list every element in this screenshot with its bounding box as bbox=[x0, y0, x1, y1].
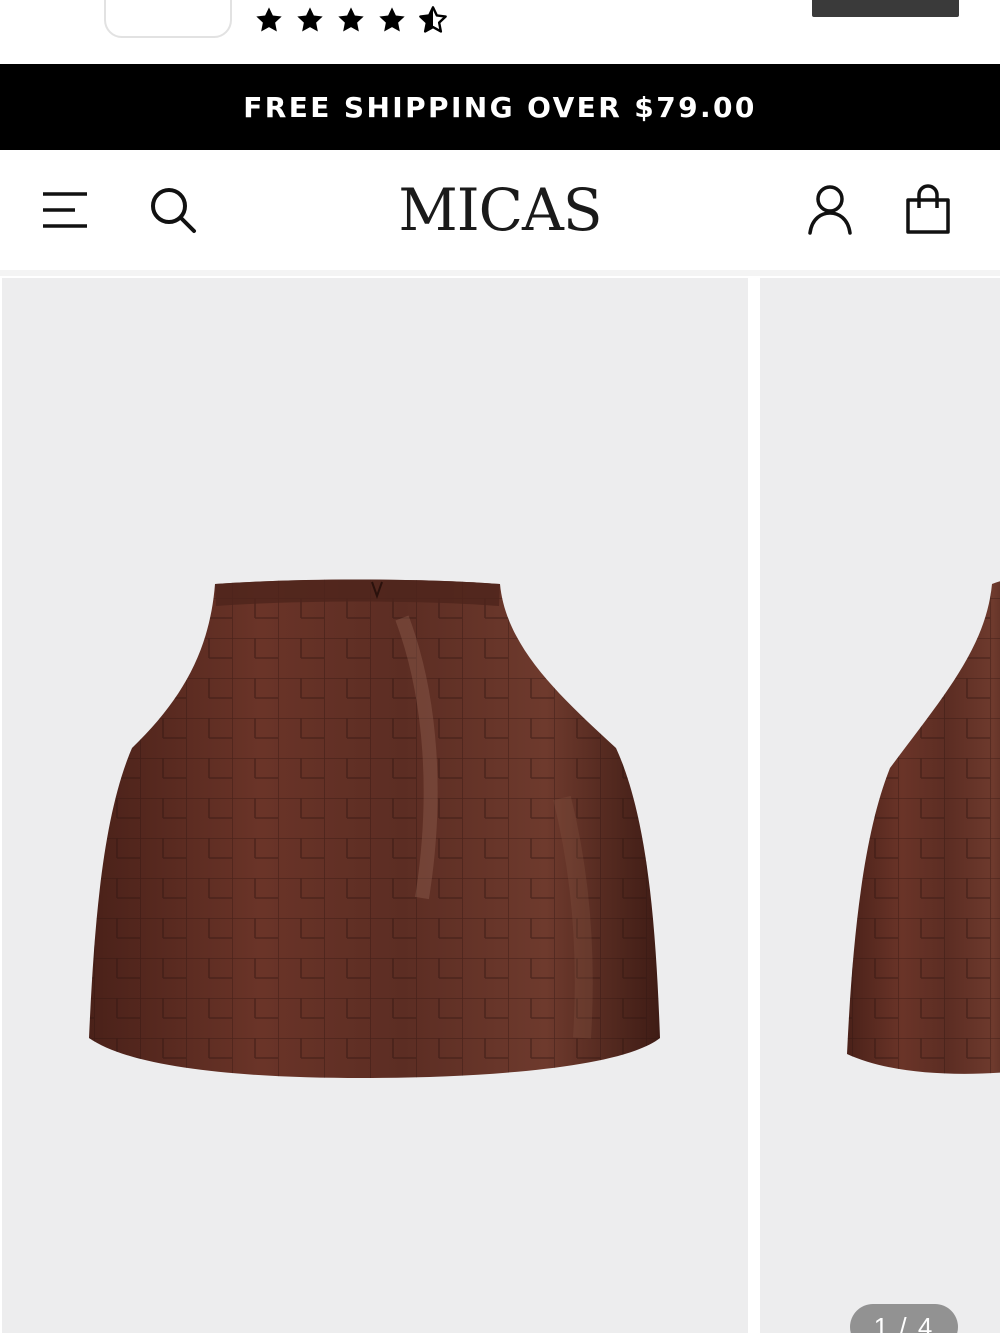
announcement-text: FREE SHIPPING OVER $79.00 bbox=[243, 90, 757, 124]
brand-logo[interactable]: MICAS bbox=[350, 170, 650, 250]
app-open-button[interactable] bbox=[812, 0, 959, 17]
menu-button[interactable] bbox=[30, 176, 100, 246]
site-header: MICAS bbox=[0, 150, 1000, 272]
gallery-slide[interactable] bbox=[760, 278, 1000, 1333]
product-image bbox=[89, 579, 660, 1078]
star-icon bbox=[375, 4, 409, 36]
search-icon bbox=[148, 185, 198, 238]
slide-counter: 1 / 4 bbox=[850, 1304, 958, 1333]
star-half-icon bbox=[416, 4, 450, 36]
user-account-icon bbox=[806, 184, 854, 239]
app-icon bbox=[104, 0, 232, 38]
shopping-bag-icon bbox=[903, 183, 953, 239]
product-image bbox=[847, 581, 1000, 1074]
star-icon bbox=[334, 4, 368, 36]
product-page: FREE SHIPPING OVER $79.00 MICAS 1 / 4 bbox=[0, 0, 1000, 1333]
gallery-slide[interactable] bbox=[2, 278, 748, 1333]
star-icon bbox=[293, 4, 327, 36]
account-button[interactable] bbox=[795, 174, 865, 248]
cart-button[interactable] bbox=[893, 174, 963, 248]
product-image-gallery[interactable]: 1 / 4 bbox=[0, 276, 1000, 1333]
star-icon bbox=[252, 4, 286, 36]
search-button[interactable] bbox=[138, 176, 208, 246]
hamburger-menu-icon bbox=[41, 189, 89, 234]
app-download-banner bbox=[0, 0, 1000, 62]
app-rating-stars bbox=[252, 4, 450, 36]
announcement-bar: FREE SHIPPING OVER $79.00 bbox=[0, 64, 1000, 150]
